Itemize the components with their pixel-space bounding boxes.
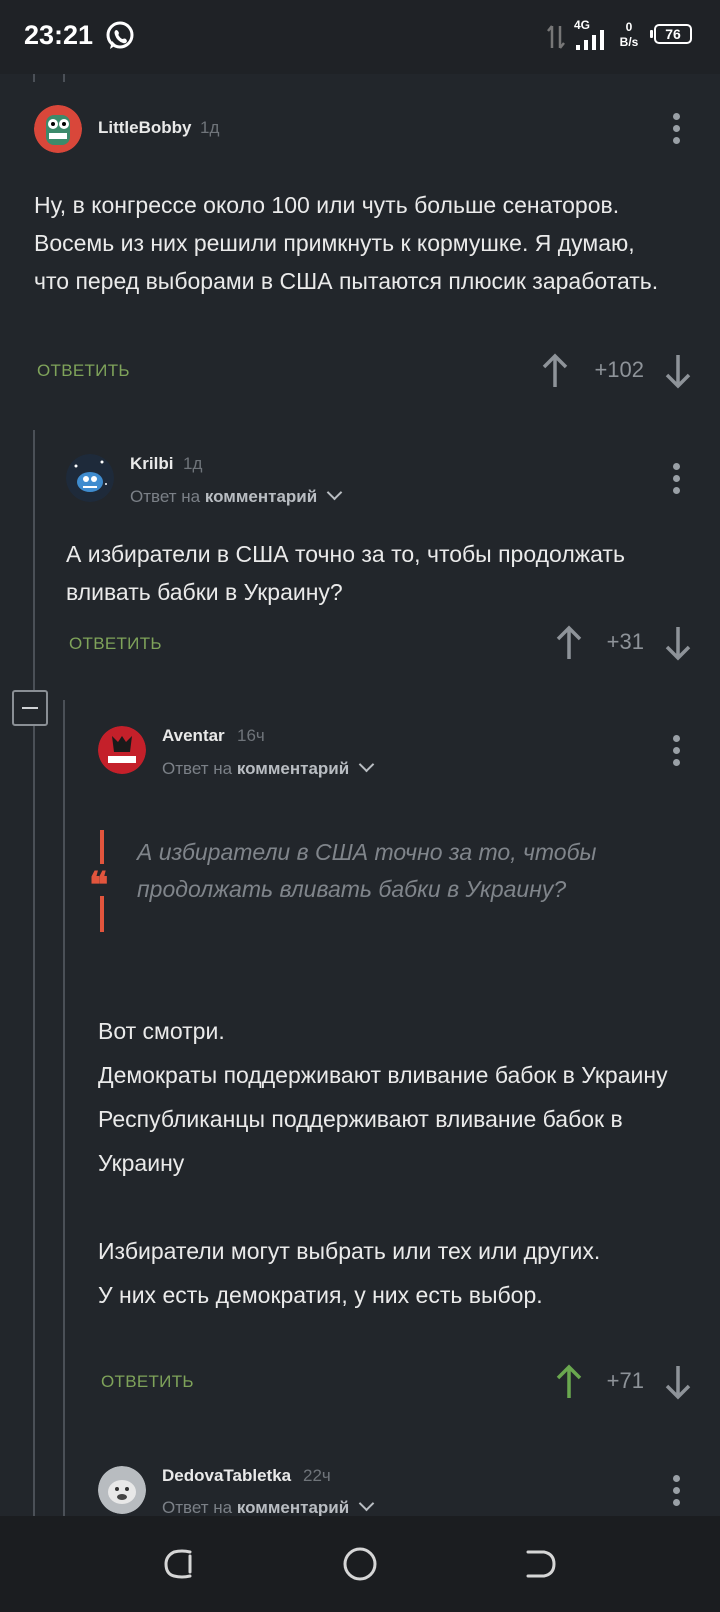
timestamp: 1д [200,118,220,137]
recent-apps-icon[interactable] [160,1544,200,1584]
reply-to-link[interactable]: Ответ на комментарий [162,1495,375,1518]
timestamp: 16ч [237,726,265,745]
chevron-down-icon [326,484,343,501]
downvote-arrow-icon[interactable] [664,1364,692,1400]
avatar[interactable] [34,105,82,153]
score: +31 [606,629,644,654]
username[interactable]: Aventar [162,726,225,746]
chevron-down-icon [358,1495,375,1512]
timestamp: 22ч [303,1466,331,1485]
avatar[interactable] [98,1466,146,1514]
network-speed: 0 B/s [619,20,639,49]
score: +102 [594,357,644,382]
back-icon[interactable] [520,1544,560,1584]
navigation-bar [0,1516,720,1612]
comment-text: Ну, в конгрессе около 100 или чуть больш… [34,192,659,294]
timestamp: 1д [183,454,203,473]
username[interactable]: DedovaTabletka [162,1466,291,1486]
chevron-down-icon [358,756,375,773]
thread-line [33,430,35,1516]
reply-button[interactable]: ОТВЕТИТЬ [69,634,162,654]
reply-button[interactable]: ОТВЕТИТЬ [37,361,130,381]
downvote-arrow-icon[interactable] [664,353,692,389]
more-menu-icon[interactable] [673,735,683,767]
reply-to-link[interactable]: Ответ на комментарий [162,756,375,779]
quote-text: А избиратели в США точно за то, чтобы пр… [137,839,597,902]
collapse-thread-button[interactable] [12,690,48,726]
reply-button[interactable]: ОТВЕТИТЬ [101,1372,194,1392]
comment-text: А избиратели в США точно за то, чтобы пр… [66,541,625,605]
battery-icon: 76 [654,24,692,44]
quote-bar [100,896,104,932]
clock: 23:21 [24,20,94,50]
more-menu-icon[interactable] [673,463,683,495]
home-icon[interactable] [340,1544,380,1584]
upvote-arrow-icon[interactable] [541,353,569,389]
quote-bar [100,830,104,864]
thread-line [63,700,65,1516]
thread-line [63,74,65,82]
avatar[interactable] [98,726,146,774]
username[interactable]: LittleBobby [98,118,192,138]
status-bar: 23:21 4G 0 B/s 76 [0,0,720,74]
username[interactable]: Krilbi [130,454,173,474]
score: +71 [606,1368,644,1393]
downvote-arrow-icon[interactable] [664,625,692,661]
quote-icon: ❝ [89,864,109,906]
comment-text: Вот смотри. Демократы поддерживают влива… [98,1018,668,1308]
reply-to-link[interactable]: Ответ на комментарий [130,484,343,507]
thread-line [33,74,35,82]
whatsapp-icon [106,21,134,49]
more-menu-icon[interactable] [673,113,683,145]
battery-tip [650,30,653,38]
signal-icon [576,30,604,50]
more-menu-icon[interactable] [673,1475,683,1507]
avatar[interactable] [66,454,114,502]
data-activity-icon [547,25,565,49]
